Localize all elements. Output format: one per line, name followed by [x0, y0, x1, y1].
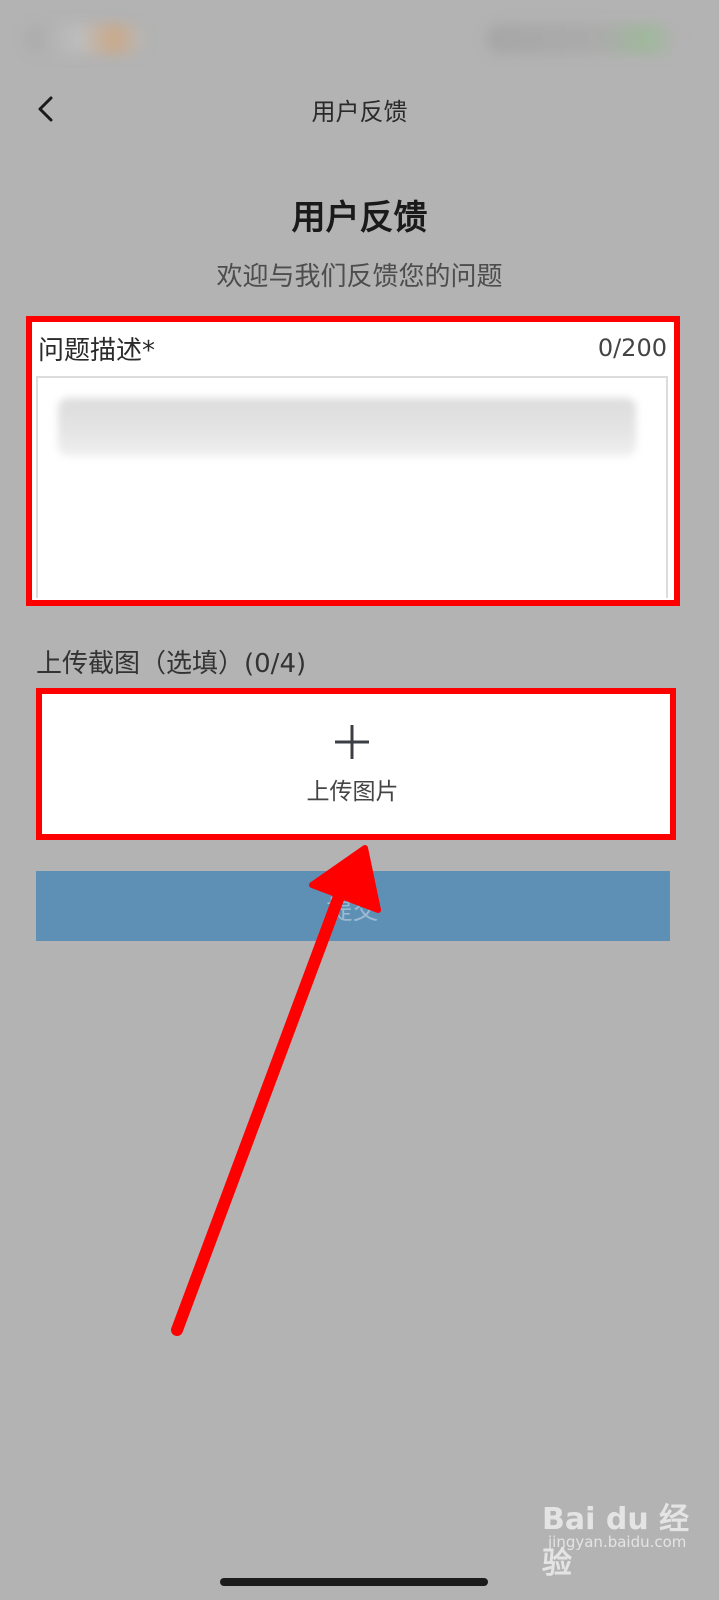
upload-label: 上传截图（选填）(0/4)	[36, 649, 307, 679]
status-bar-right	[486, 24, 676, 54]
home-indicator	[220, 1578, 488, 1586]
nav-title: 用户反馈	[311, 98, 408, 126]
annotation-box-upload	[36, 688, 676, 840]
page-subtitle: 欢迎与我们反馈您的问题	[216, 262, 503, 292]
page-heading: 用户反馈	[291, 198, 428, 238]
submit-label: 提交	[326, 896, 379, 926]
watermark-url: jingyan.baidu.com	[548, 1533, 687, 1551]
status-bar-left	[26, 24, 144, 54]
annotation-box-description	[26, 316, 680, 606]
